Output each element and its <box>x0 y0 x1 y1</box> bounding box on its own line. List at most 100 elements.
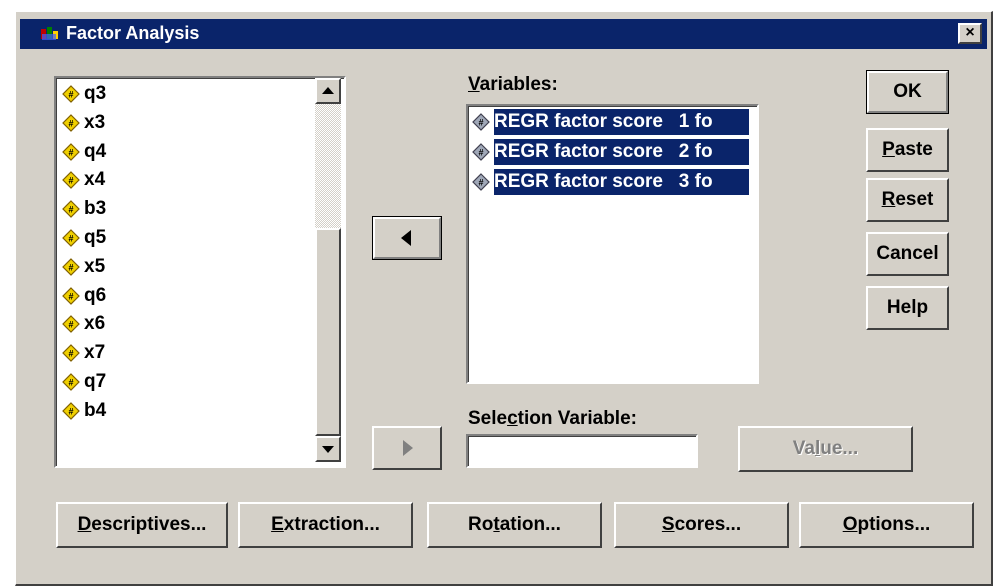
spss-app-icon <box>40 25 62 43</box>
scale-variable-icon: # <box>62 286 80 305</box>
close-button[interactable]: × <box>958 23 982 44</box>
ok-label: OK <box>893 81 922 102</box>
svg-text:#: # <box>68 262 73 272</box>
descriptives-label: Descriptives... <box>77 514 207 535</box>
ok-button[interactable]: OK <box>866 70 949 114</box>
source-list-item[interactable]: # x5 <box>62 253 105 281</box>
source-list-item-label: q4 <box>84 140 107 162</box>
source-list-item[interactable]: # x7 <box>62 339 105 367</box>
source-list-item-label: x3 <box>84 111 106 133</box>
scale-variable-icon: # <box>62 344 80 363</box>
source-list-item[interactable]: # b4 <box>62 397 106 425</box>
scale-variable-icon: # <box>472 143 490 161</box>
scale-variable-icon: # <box>472 113 490 131</box>
scroll-down-button[interactable] <box>315 436 341 462</box>
svg-text:#: # <box>68 349 73 359</box>
scale-variable-icon: # <box>62 401 80 420</box>
title-bar: Factor Analysis × <box>20 19 987 49</box>
svg-text:#: # <box>478 118 483 128</box>
svg-text:#: # <box>68 234 73 244</box>
svg-text:#: # <box>68 205 73 215</box>
help-button[interactable]: Help <box>866 286 949 330</box>
extraction-button[interactable]: Extraction... <box>238 502 413 548</box>
selected-variable-label: REGR factor score 3 fo <box>494 169 749 195</box>
left-arrow-icon <box>401 230 411 246</box>
source-list-item[interactable]: # q6 <box>62 282 106 310</box>
window-title: Factor Analysis <box>66 23 200 43</box>
source-list-item[interactable]: # x6 <box>62 310 105 338</box>
selected-variable-item[interactable]: # REGR factor score 2 fo <box>472 138 749 166</box>
svg-text:#: # <box>68 176 73 186</box>
paste-button[interactable]: Paste <box>866 128 949 172</box>
source-list-item[interactable]: # q7 <box>62 368 106 396</box>
cancel-label: Cancel <box>876 243 939 264</box>
source-list-item-label: q6 <box>84 284 107 306</box>
source-list-item-label: x4 <box>84 169 106 191</box>
options-label: Options... <box>842 514 931 535</box>
value-button-label: Value... <box>792 438 859 459</box>
selected-variable-label: REGR factor score 2 fo <box>494 139 749 165</box>
paste-label: Paste <box>882 139 933 160</box>
source-list-item[interactable]: # q3 <box>62 80 106 108</box>
source-list-scrollbar[interactable] <box>315 78 341 462</box>
scroll-thumb[interactable] <box>315 228 341 436</box>
value-button[interactable]: Value... <box>738 426 913 472</box>
descriptives-button[interactable]: Descriptives... <box>56 502 228 548</box>
svg-text:#: # <box>68 320 73 330</box>
help-label: Help <box>886 297 929 318</box>
svg-text:#: # <box>68 378 73 388</box>
move-right-button[interactable] <box>372 426 442 470</box>
svg-text:#: # <box>68 291 73 301</box>
selected-variable-label: REGR factor score 1 fo <box>494 109 749 135</box>
scale-variable-icon: # <box>62 257 80 276</box>
scale-variable-icon: # <box>62 171 80 190</box>
scores-label: Scores... <box>661 514 742 535</box>
reset-label: Reset <box>881 189 934 210</box>
right-arrow-icon <box>403 440 413 456</box>
scale-variable-icon: # <box>62 315 80 334</box>
extraction-label: Extraction... <box>271 514 380 535</box>
rotation-label: Rotation... <box>468 514 561 535</box>
source-variable-list[interactable]: # q3 # x3 # q4 # x4 # b3 # q5 # x5 # q6 # x6 # x7 # q7 # b4 <box>54 76 346 468</box>
source-list-item[interactable]: # b3 <box>62 195 106 223</box>
source-list-item[interactable]: # q5 <box>62 224 106 252</box>
options-button[interactable]: Options... <box>799 502 974 548</box>
scroll-down-arrow-icon <box>322 446 334 453</box>
svg-text:#: # <box>68 90 73 100</box>
svg-text:#: # <box>478 178 483 188</box>
scale-variable-icon: # <box>62 113 80 132</box>
source-list-item-label: x5 <box>84 255 106 277</box>
svg-text:#: # <box>68 147 73 157</box>
source-list-item[interactable]: # q4 <box>62 138 106 166</box>
selection-variable-label: Selection Variable: <box>468 408 637 429</box>
scale-variable-icon: # <box>62 142 80 161</box>
selection-variable-field[interactable] <box>466 434 698 468</box>
move-left-button[interactable] <box>372 216 442 260</box>
source-list-item-label: q5 <box>84 227 107 248</box>
source-list-item-label: b4 <box>84 399 107 421</box>
variables-label: Variables: <box>468 74 558 95</box>
scale-variable-icon: # <box>472 173 490 191</box>
scroll-up-button[interactable] <box>315 78 341 104</box>
scroll-up-arrow-icon <box>322 87 334 94</box>
variables-list[interactable]: # REGR factor score 1 fo # REGR factor scor… <box>466 104 759 384</box>
scale-variable-icon: # <box>62 373 80 391</box>
svg-text:#: # <box>478 148 483 158</box>
selected-variable-item[interactable]: # REGR factor score 1 fo <box>472 108 749 136</box>
source-list-item-label: q7 <box>84 371 107 392</box>
reset-button[interactable]: Reset <box>866 178 949 222</box>
selected-variable-item[interactable]: # REGR factor score 3 fo <box>472 168 749 196</box>
scale-variable-icon: # <box>62 229 80 247</box>
cancel-button[interactable]: Cancel <box>866 232 949 276</box>
source-list-item-label: q3 <box>84 83 107 104</box>
source-list-item-label: x7 <box>84 342 106 364</box>
scale-variable-icon: # <box>62 200 80 219</box>
svg-text:#: # <box>68 406 73 416</box>
svg-text:#: # <box>68 118 73 128</box>
source-list-item[interactable]: # x4 <box>62 166 105 194</box>
source-list-item[interactable]: # x3 <box>62 109 105 137</box>
close-icon: × <box>965 24 975 41</box>
source-list-item-label: x6 <box>84 313 106 335</box>
rotation-button[interactable]: Rotation... <box>427 502 602 548</box>
scores-button[interactable]: Scores... <box>614 502 789 548</box>
